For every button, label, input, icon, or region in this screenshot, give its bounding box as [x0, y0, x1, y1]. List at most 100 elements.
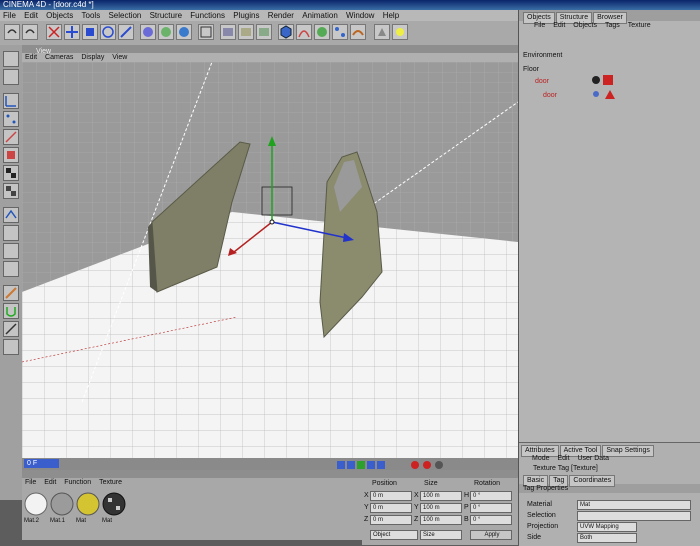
undo-icon[interactable]: [4, 24, 20, 40]
menu-edit[interactable]: Edit: [21, 11, 41, 20]
rotate-tool-icon[interactable]: [100, 24, 116, 40]
live-selection-icon[interactable]: [46, 24, 62, 40]
tweak-mode-icon[interactable]: [3, 225, 19, 241]
workplane-icon[interactable]: [3, 207, 19, 223]
menu-objects[interactable]: Objects: [43, 11, 76, 20]
object-mode-icon[interactable]: [3, 69, 19, 85]
size-z-field[interactable]: 100 m: [420, 515, 462, 525]
timeline-frame[interactable]: 0 F: [24, 459, 59, 468]
material-swatch[interactable]: Mat.1: [50, 492, 74, 524]
material-menu-edit[interactable]: Edit: [41, 479, 59, 486]
om-menu-edit[interactable]: Edit: [550, 22, 568, 29]
om-menu-texture[interactable]: Texture: [625, 22, 654, 29]
last-tool-icon[interactable]: [118, 24, 134, 40]
object-item-floor[interactable]: Floor: [523, 66, 539, 73]
coordinates-manager: Position Size Rotation X 0 m X 100 m H 0…: [362, 470, 518, 545]
window-title-bar: CINEMA 4D - [door.c4d *]: [0, 0, 700, 10]
menu-render[interactable]: Render: [265, 11, 297, 20]
om-menu-file[interactable]: File: [531, 22, 548, 29]
menu-tools[interactable]: Tools: [79, 11, 104, 20]
light-icon[interactable]: [392, 24, 408, 40]
object-item-door-parent[interactable]: door: [535, 78, 549, 85]
om-menu-tags[interactable]: Tags: [602, 22, 623, 29]
selection-field[interactable]: [577, 511, 691, 521]
attr-menu-mode[interactable]: Mode: [529, 455, 553, 462]
y-axis-lock-icon[interactable]: [158, 24, 174, 40]
menu-plugins[interactable]: Plugins: [230, 11, 262, 20]
rotation-p-field[interactable]: 0 °: [470, 503, 512, 513]
render-picture-viewer-icon[interactable]: [256, 24, 272, 40]
render-region-icon[interactable]: [238, 24, 254, 40]
viewport-menu-display[interactable]: Display: [78, 54, 107, 61]
render-view-icon[interactable]: [220, 24, 236, 40]
material-swatch[interactable]: Mat: [102, 492, 126, 524]
position-z-field[interactable]: 0 m: [370, 515, 412, 525]
points-mode-icon[interactable]: [3, 111, 19, 127]
deformer-icon[interactable]: [350, 24, 366, 40]
coordinate-system-icon[interactable]: [198, 24, 214, 40]
scale-tool-icon[interactable]: [82, 24, 98, 40]
cube-icon[interactable]: [278, 24, 294, 40]
next-frame-icon: [367, 461, 375, 469]
object-pivot[interactable]: [269, 219, 275, 225]
brush-icon[interactable]: [3, 285, 19, 301]
attr-menu-edit[interactable]: Edit: [554, 455, 572, 462]
attr-menu-user-data[interactable]: User Data: [574, 455, 612, 462]
menu-window[interactable]: Window: [343, 11, 377, 20]
size-y-field[interactable]: 100 m: [420, 503, 462, 513]
coord-rotation-header: Rotation: [474, 480, 501, 487]
move-tool-icon[interactable]: [64, 24, 80, 40]
menu-structure[interactable]: Structure: [147, 11, 185, 20]
polygons-mode-icon[interactable]: [3, 147, 19, 163]
rotation-h-field[interactable]: 0 °: [470, 491, 512, 501]
object-item-environment[interactable]: Environment: [523, 52, 562, 59]
om-menu-objects[interactable]: Objects: [570, 22, 600, 29]
position-x-field[interactable]: 0 m: [370, 491, 412, 501]
material-menu-file[interactable]: File: [22, 479, 39, 486]
texture-axis-mode-icon[interactable]: [3, 183, 19, 199]
viewport-menu-cameras[interactable]: Cameras: [42, 54, 76, 61]
apply-button[interactable]: Apply: [470, 530, 512, 540]
3d-viewport[interactable]: [22, 62, 518, 458]
material-swatch[interactable]: Mat.2: [24, 492, 48, 524]
x-axis-lock-icon[interactable]: [140, 24, 156, 40]
menu-selection[interactable]: Selection: [105, 11, 144, 20]
polygon-pen-icon[interactable]: [3, 339, 19, 355]
goto-end-icon: [377, 461, 385, 469]
knife-icon[interactable]: [3, 321, 19, 337]
texture-mode-icon[interactable]: [3, 165, 19, 181]
side-dropdown[interactable]: Both: [577, 533, 637, 543]
model-mode-icon[interactable]: [3, 51, 19, 67]
projection-dropdown[interactable]: UVW Mapping: [577, 522, 637, 532]
object-item-door-child[interactable]: door: [543, 92, 557, 99]
redo-icon[interactable]: [22, 24, 38, 40]
edges-mode-icon[interactable]: [3, 129, 19, 145]
rotation-b-field[interactable]: 0 °: [470, 515, 512, 525]
coord-size-mode-dropdown[interactable]: Size: [420, 530, 462, 540]
material-menu-function[interactable]: Function: [61, 479, 94, 486]
spline-icon[interactable]: [296, 24, 312, 40]
snapping-icon[interactable]: [3, 261, 19, 277]
coord-mode-dropdown[interactable]: Object: [370, 530, 418, 540]
viewport-menu-edit[interactable]: Edit: [22, 54, 40, 61]
menu-file[interactable]: File: [0, 11, 19, 20]
subtab-coordinates[interactable]: Coordinates: [569, 475, 616, 487]
menu-animation[interactable]: Animation: [299, 11, 341, 20]
soft-selection-icon[interactable]: [3, 243, 19, 259]
menu-functions[interactable]: Functions: [187, 11, 228, 20]
axis-mode-icon[interactable]: [3, 93, 19, 109]
position-y-field[interactable]: 0 m: [370, 503, 412, 513]
scene-icon[interactable]: [374, 24, 390, 40]
nurbs-icon[interactable]: [314, 24, 330, 40]
array-icon[interactable]: [332, 24, 348, 40]
menu-help[interactable]: Help: [380, 11, 402, 20]
material-field[interactable]: Mat: [577, 500, 691, 510]
size-x-field[interactable]: 100 m: [420, 491, 462, 501]
magnet-icon[interactable]: [3, 303, 19, 319]
material-menu-texture[interactable]: Texture: [96, 479, 125, 486]
material-swatch[interactable]: Mat: [76, 492, 100, 524]
z-axis-lock-icon[interactable]: [176, 24, 192, 40]
viewport-menu-view[interactable]: View: [109, 54, 130, 61]
material-name: Mat.2: [24, 518, 40, 524]
material-manager: File Edit Function Texture Mat.2 Mat.1 M…: [22, 470, 363, 540]
